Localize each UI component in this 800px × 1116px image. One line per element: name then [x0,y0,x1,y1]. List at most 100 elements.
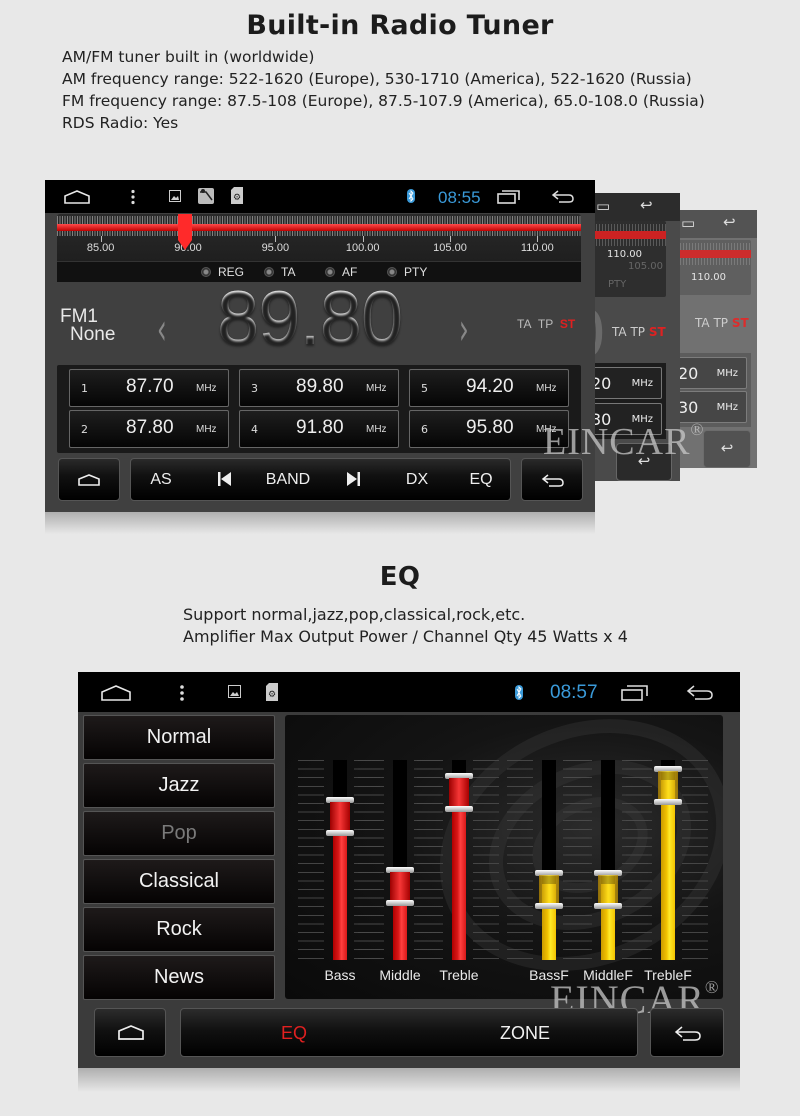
seek-forward-icon[interactable] [346,472,360,486]
radio-screen: ⚙ 08:55 REG TA AF PTY 85.00 90.00 95.00 100… [45,180,595,512]
ghost-back-button: ↩ [703,430,751,468]
gallery-icon [169,190,181,202]
dial-tick-label: 95.00 [261,242,290,254]
eq-slider-middlef[interactable] [594,760,622,960]
eq-slider-bass[interactable] [326,760,354,960]
seek-prev-button[interactable]: ‹ [157,304,167,355]
eq-slider-treble[interactable] [445,760,473,960]
sd-card-icon: ⚙ [231,187,243,204]
preset-button-4[interactable]: 4 91.80 MHz [239,410,399,448]
eq-button[interactable]: EQ [469,471,492,489]
eq-slider-middle[interactable] [386,760,414,960]
back-icon[interactable] [686,684,714,701]
recent-apps-icon: ▭ [681,214,696,232]
back-button[interactable] [521,458,583,501]
station-name: None [70,324,116,345]
recent-apps-icon[interactable] [497,190,521,204]
dial-label: 110.00 [607,249,642,260]
dial-tick-label: 105.00 [433,242,467,254]
spec-line: Amplifier Max Output Power / Channel Qty… [183,627,628,646]
eq-screen: ⚙ 08:57 Normal Jazz Pop Classical Rock N… [78,672,740,1068]
radio-section-title: Built-in Radio Tuner [246,10,554,41]
ghost-status-bar: ▭ ↩ [590,193,680,221]
screen-reflection [45,512,595,534]
back-icon[interactable] [551,189,575,204]
preset-button-2[interactable]: 2 87.80 MHz [69,410,229,448]
map-icon [198,188,214,204]
dial-tick-label: 85.00 [86,242,115,254]
eq-preset-classical[interactable]: Classical [83,859,275,904]
eq-preset-pop[interactable]: Pop [83,811,275,856]
frequency-dial[interactable]: REG TA AF PTY 85.00 90.00 95.00 100.00 105.0… [57,214,581,282]
clock: 08:57 [550,682,598,703]
back-button[interactable] [650,1008,724,1057]
eq-preset-jazz[interactable]: Jazz [83,763,275,808]
bluetooth-icon [407,189,415,203]
ta-indicator: TA [517,317,532,331]
back-icon [541,474,564,487]
preset-button-5[interactable]: 5 94.20 MHz [409,369,569,407]
eq-preset-normal[interactable]: Normal [83,715,275,760]
tp-indicator: TP [537,317,554,331]
tab-eq[interactable]: EQ [281,1023,307,1044]
eq-slider-label: Bass [324,967,356,983]
autostore-button[interactable]: AS [150,471,171,489]
ghost-status-bar: ▭ ↩ [673,210,757,238]
eq-preset-news[interactable]: News [83,955,275,1000]
slider-scale [626,760,652,960]
slider-knob[interactable] [535,870,563,910]
spec-line: Support normal,jazz,pop,classical,rock,e… [183,605,526,624]
menu-dots-icon[interactable] [179,684,185,702]
preset-button-1[interactable]: 1 87.70 MHz [69,369,229,407]
home-icon[interactable] [63,189,91,205]
preset-grid: 1 87.70 MHz 2 87.80 MHz 3 89.80 MHz 4 91… [57,365,581,453]
back-icon: ↩ [723,213,736,231]
band-info: FM1 None [60,307,116,345]
home-icon [118,1025,144,1040]
dial-band [57,224,581,231]
slider-scale [682,760,708,960]
radio-indicator-icon [201,267,211,277]
dx-button[interactable]: DX [406,471,428,489]
recent-apps-icon: ▭ [596,197,611,215]
eq-slider-treblef[interactable] [654,760,682,960]
eq-slider-panel: Bass Middle Treble BassF MiddleF TrebleF [285,715,723,999]
status-bar: ⚙ 08:57 [78,672,740,712]
slider-knob[interactable] [386,866,414,906]
slider-knob[interactable] [326,796,354,836]
slider-knob[interactable] [594,870,622,910]
eq-tab-bar: EQ ZONE [180,1008,638,1057]
seek-next-button[interactable]: › [459,304,469,355]
eq-slider-label: Treble [439,967,479,983]
home-button[interactable] [94,1008,166,1057]
band-button[interactable]: BAND [266,471,310,489]
rds-indicators: TA TP ST [517,317,575,331]
seek-back-icon[interactable] [218,472,232,486]
gallery-icon [228,685,241,698]
slider-fill [452,787,466,960]
tuning-needle[interactable] [177,214,192,250]
ghost-dial: 110.00 105.00 PTY [590,221,666,297]
eq-slider-bassf[interactable] [535,760,563,960]
home-icon [78,474,100,486]
screen-reflection [78,1068,740,1092]
slider-knob[interactable] [445,773,473,813]
recent-apps-icon[interactable] [621,685,649,701]
tab-zone[interactable]: ZONE [500,1023,550,1044]
home-icon[interactable] [100,684,132,702]
preset-button-3[interactable]: 3 89.80 MHz [239,369,399,407]
spec-line: AM frequency range: 522-1620 (Europe), 5… [62,70,692,88]
slider-scale [358,760,384,960]
slider-knob[interactable] [654,766,682,805]
slider-scale [507,760,533,960]
ghost-dial: 110.00 [677,240,751,295]
home-button[interactable] [58,458,120,501]
eq-preset-rock[interactable]: Rock [83,907,275,952]
svg-text:⚙: ⚙ [233,193,241,203]
back-icon: ↩ [640,196,653,214]
slider-scale [417,760,443,960]
slider-scale [298,760,324,960]
stereo-indicator: ST [559,317,576,331]
eq-slider-label: Middle [379,967,421,983]
menu-dots-icon[interactable] [130,189,136,205]
